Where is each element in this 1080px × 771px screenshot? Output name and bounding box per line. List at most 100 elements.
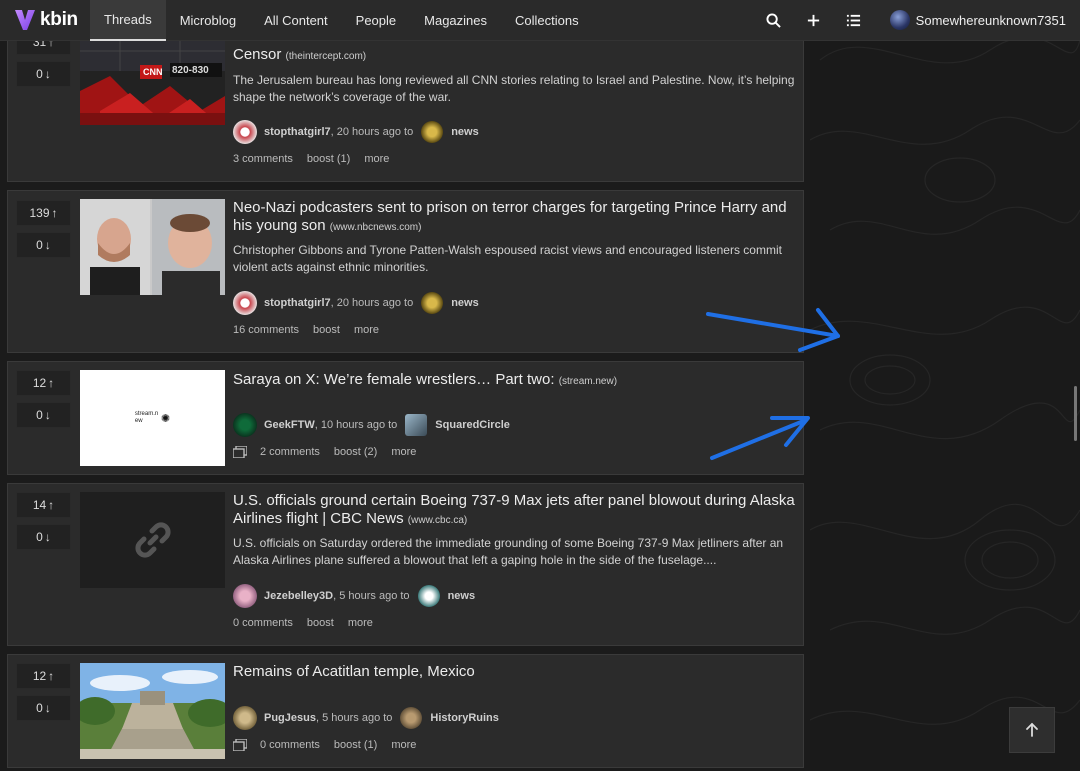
comments-link[interactable]: 0 comments (233, 617, 293, 629)
author-avatar[interactable] (233, 584, 257, 608)
thread-thumbnail[interactable] (80, 663, 225, 759)
post-time: , 10 hours ago to (314, 419, 398, 431)
downvote-button[interactable]: 0 ↓ (16, 232, 71, 258)
tab-microblog[interactable]: Microblog (166, 0, 250, 41)
thread-title[interactable]: Saraya on X: We’re female wrestlers… Par… (233, 371, 798, 391)
tab-magazines[interactable]: Magazines (410, 0, 501, 41)
thread-domain[interactable]: (theintercept.com) (286, 51, 367, 62)
magazine-avatar[interactable] (421, 121, 444, 143)
comments-link[interactable]: 2 comments (260, 446, 320, 458)
author-avatar[interactable] (233, 120, 257, 144)
downvote-button[interactable]: 0 ↓ (16, 61, 71, 87)
author-name[interactable]: stopthatgirl7 (264, 126, 331, 138)
post-time: , 5 hours ago to (333, 590, 410, 602)
kbin-logo[interactable]: kbin (0, 8, 90, 32)
thumbnail-text: stream.new (134, 411, 159, 424)
author-avatar[interactable] (233, 413, 257, 437)
thread-entry: 12 ↑ 0 ↓ Remains of Acatitlan temple, Mexi… (7, 654, 804, 768)
gallery-icon[interactable] (233, 739, 247, 751)
thread-domain[interactable]: (www.cbc.ca) (408, 515, 467, 526)
comments-link[interactable]: 0 comments (260, 739, 320, 751)
magazine-name[interactable]: news (451, 126, 479, 138)
more-button[interactable]: more (391, 446, 416, 458)
tab-collections[interactable]: Collections (501, 0, 593, 41)
thread-actions: 2 comments boost (2) more (233, 446, 430, 458)
upvote-button[interactable]: 12 ↑ (16, 663, 71, 689)
upvote-count: 14 (32, 498, 47, 512)
thread-title[interactable]: Remains of Acatitlan temple, Mexico (233, 663, 798, 681)
author-avatar[interactable] (233, 706, 257, 730)
author-name[interactable]: PugJesus (264, 712, 316, 724)
gallery-icon[interactable] (233, 446, 247, 458)
boost-button[interactable]: boost (313, 324, 340, 336)
magazine-avatar[interactable] (421, 292, 444, 314)
up-arrow-icon: ↑ (48, 498, 55, 512)
arrow-up-icon (1026, 722, 1038, 737)
boost-button[interactable]: boost (1) (334, 739, 377, 751)
magazine-name[interactable]: news (451, 297, 479, 309)
post-time: , 5 hours ago to (315, 712, 393, 724)
downvote-button[interactable]: 0 ↓ (16, 524, 71, 550)
thumbnail-text: 820-830 (172, 65, 209, 76)
thread-description: Christopher Gibbons and Tyrone Patten-Wa… (233, 243, 782, 274)
user-menu[interactable]: Somewhereunknown7351 (874, 10, 1080, 30)
author-name[interactable]: Jezebelley3D (264, 590, 333, 602)
more-button[interactable]: more (354, 324, 379, 336)
more-button[interactable]: more (391, 739, 416, 751)
tab-people[interactable]: People (342, 0, 410, 41)
thread-thumbnail[interactable] (80, 492, 225, 588)
thread-actions: 3 comments boost (1) more (233, 153, 403, 165)
author-name[interactable]: GeekFTW (264, 419, 315, 431)
thread-domain[interactable]: (www.nbcnews.com) (330, 222, 422, 233)
scroll-to-top-button[interactable] (1009, 707, 1055, 753)
author-avatar[interactable] (233, 291, 257, 315)
add-icon[interactable] (794, 0, 834, 41)
upvote-button[interactable]: 12 ↑ (16, 370, 71, 396)
downvote-count: 0 (36, 238, 43, 252)
up-arrow-icon: ↑ (48, 669, 55, 683)
thread-title-text: U.S. officials ground certain Boeing 737… (233, 492, 795, 527)
magazine-avatar[interactable] (417, 585, 440, 607)
comments-link[interactable]: 3 comments (233, 153, 293, 165)
more-button[interactable]: more (348, 617, 373, 629)
author-name[interactable]: stopthatgirl7 (264, 297, 331, 309)
thread-meta: stopthatgirl7 , 20 hours ago to news (233, 291, 479, 315)
thread-title-text: Censor (233, 46, 282, 63)
list-icon[interactable] (834, 0, 874, 41)
magazine-avatar[interactable] (400, 707, 423, 729)
thread-title[interactable]: Censor (theintercept.com) (233, 46, 798, 66)
downvote-button[interactable]: 0 ↓ (16, 695, 71, 721)
up-arrow-icon: ↑ (51, 206, 58, 220)
upvote-count: 12 (32, 669, 47, 683)
tab-all-content[interactable]: All Content (250, 0, 342, 41)
tab-threads[interactable]: Threads (90, 0, 166, 41)
downvote-count: 0 (36, 67, 43, 81)
background-pattern (809, 0, 1080, 771)
down-arrow-icon: ↓ (44, 530, 51, 544)
thread-title[interactable]: U.S. officials ground certain Boeing 737… (233, 492, 798, 530)
thread-title[interactable]: Neo-Nazi podcasters sent to prison on te… (233, 199, 798, 237)
thread-title-text: Neo-Nazi podcasters sent to prison on te… (233, 199, 787, 234)
comments-link[interactable]: 16 comments (233, 324, 299, 336)
magazine-name[interactable]: news (448, 590, 476, 602)
upvote-button[interactable]: 14 ↑ (16, 492, 71, 518)
thread-description: U.S. officials on Saturday ordered the i… (233, 536, 784, 567)
upvote-count: 139 (29, 206, 50, 220)
boost-button[interactable]: boost (307, 617, 334, 629)
downvote-button[interactable]: 0 ↓ (16, 402, 71, 428)
scrollbar[interactable] (1074, 386, 1077, 441)
post-time: , 20 hours ago to (330, 126, 414, 138)
thread-thumbnail[interactable] (80, 199, 225, 295)
magazine-name[interactable]: HistoryRuins (430, 712, 498, 724)
thread-thumbnail[interactable]: stream.new ✺ (80, 370, 225, 466)
magazine-avatar[interactable] (405, 414, 428, 436)
upvote-button[interactable]: 139 ↑ (16, 200, 71, 226)
thread-domain[interactable]: (stream.new) (559, 376, 617, 387)
more-button[interactable]: more (364, 153, 389, 165)
boost-button[interactable]: boost (1) (307, 153, 350, 165)
magazine-name[interactable]: SquaredCircle (435, 419, 510, 431)
boost-button[interactable]: boost (2) (334, 446, 377, 458)
search-icon[interactable] (754, 0, 794, 41)
thread-entry: 12 ↑ 0 ↓ stream.new ✺ Saraya on X: We’re f… (7, 361, 804, 475)
downvote-count: 0 (36, 701, 43, 715)
